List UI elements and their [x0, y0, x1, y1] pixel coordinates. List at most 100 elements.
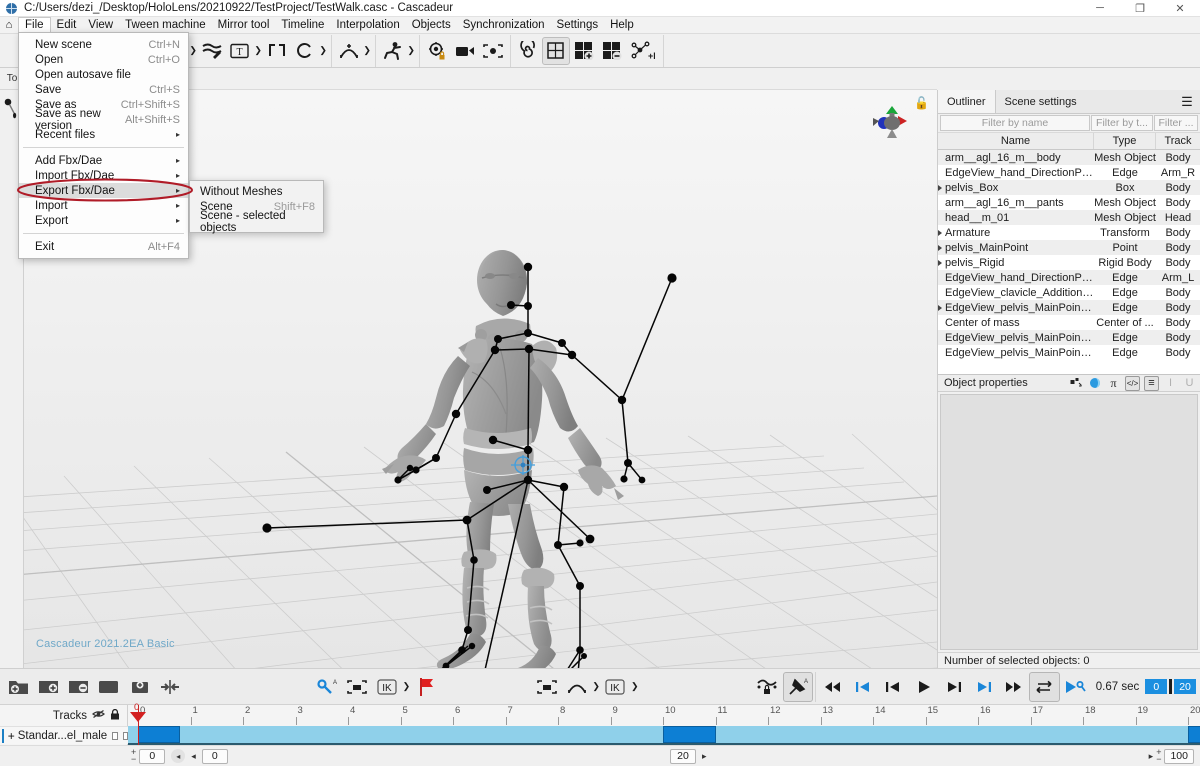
menu-item-export[interactable]: Export▸: [19, 213, 188, 228]
filter-by-type-input[interactable]: Filter by t...: [1091, 115, 1153, 131]
go-to-end-button[interactable]: [969, 672, 999, 702]
tab-outliner[interactable]: Outliner: [938, 90, 996, 113]
table-row[interactable]: EdgeView_pelvis_MainPoint<->sto...EdgeBo…: [938, 300, 1200, 315]
arc-interpolation-button[interactable]: [562, 672, 592, 702]
menu-item-without-meshes[interactable]: Without Meshes: [190, 184, 323, 199]
next-frame-icon[interactable]: ▸: [702, 751, 707, 762]
menu-edit[interactable]: Edit: [51, 17, 83, 34]
menu-timeline[interactable]: Timeline: [275, 17, 330, 34]
chevron-right-icon[interactable]: ❯: [407, 45, 416, 56]
pivot-lock-button[interactable]: [423, 37, 451, 65]
timeline-selected-segment[interactable]: [663, 726, 716, 743]
code-view-icon[interactable]: </>: [1125, 376, 1140, 391]
previous-frame-button[interactable]: [878, 672, 908, 702]
table-row[interactable]: EdgeView_pelvis_MainPoint<->thig...EdgeB…: [938, 345, 1200, 360]
hamburger-icon[interactable]: ☰: [1174, 90, 1200, 113]
expand-triangle-icon[interactable]: [938, 230, 942, 236]
zoom-next-icon[interactable]: ▸: [1149, 751, 1154, 762]
table-row[interactable]: EdgeView_clavicle_AdditionalPoint...Edge…: [938, 285, 1200, 300]
prev-frame-icon[interactable]: ◂: [191, 751, 196, 762]
add-clip-button[interactable]: [125, 672, 155, 702]
filter-by-name-input[interactable]: Filter by name: [940, 115, 1090, 131]
home-icon[interactable]: ⌂: [0, 19, 18, 31]
column-header-name[interactable]: Name: [938, 133, 1094, 149]
menu-item-export-fbx-dae[interactable]: Export Fbx/Dae▸: [19, 183, 188, 198]
menu-mirror-tool[interactable]: Mirror tool: [212, 17, 276, 34]
remove-layer-button[interactable]: [64, 672, 94, 702]
range-stepper-icon[interactable]: +−: [131, 749, 136, 763]
menu-settings[interactable]: Settings: [551, 17, 605, 34]
add-point-button[interactable]: +P: [626, 37, 660, 65]
menu-item-open-autosave-file[interactable]: Open autosave file: [19, 67, 188, 82]
range-end-field[interactable]: 20: [1174, 679, 1196, 694]
menu-item-open[interactable]: OpenCtrl+O: [19, 52, 188, 67]
ik-button[interactable]: IK: [372, 672, 402, 702]
table-row[interactable]: arm__agl_16_m__bodyMesh ObjectBody: [938, 150, 1200, 165]
menu-item-exit[interactable]: ExitAlt+F4: [19, 239, 188, 254]
lock-icon[interactable]: [110, 709, 120, 720]
lock-icon[interactable]: 🔓: [914, 96, 929, 110]
menu-view[interactable]: View: [82, 17, 119, 34]
menu-item-save-as-new-version[interactable]: Save as new versionAlt+Shift+S: [19, 112, 188, 127]
next-frame-button[interactable]: [939, 672, 969, 702]
menu-item-scene-selected-objects[interactable]: Scene - selected objects: [190, 214, 323, 229]
table-row[interactable]: EdgeView_pelvis_MainPoint<->pelv...EdgeB…: [938, 330, 1200, 345]
menu-item-import[interactable]: Import▸: [19, 198, 188, 213]
bracket-tool-button[interactable]: [263, 37, 291, 65]
new-folder-button[interactable]: [4, 672, 34, 702]
ghost-lock-button[interactable]: [752, 672, 782, 702]
menu-objects[interactable]: Objects: [406, 17, 457, 34]
add-physics-button[interactable]: [335, 37, 363, 65]
expand-triangle-icon[interactable]: [938, 305, 942, 311]
menu-interpolation[interactable]: Interpolation: [330, 17, 405, 34]
expand-triangle-icon[interactable]: [938, 260, 942, 266]
expand-track-icon[interactable]: +: [8, 729, 15, 743]
table-row[interactable]: EdgeView_hand_DirectionPoint_r<-...EdgeA…: [938, 165, 1200, 180]
pi-expression-icon[interactable]: π: [1106, 376, 1121, 391]
timeline-track-band[interactable]: [128, 726, 1200, 745]
color-sphere-icon[interactable]: [1087, 376, 1102, 391]
flag-button[interactable]: [411, 672, 441, 702]
range-start-input[interactable]: 0: [139, 749, 165, 764]
select-region-button[interactable]: [342, 672, 372, 702]
motion-trail-button[interactable]: [198, 37, 226, 65]
flatten-layer-button[interactable]: [94, 672, 124, 702]
menu-file[interactable]: File: [18, 17, 51, 34]
remove-object-button[interactable]: [598, 37, 626, 65]
rotate-tool-button[interactable]: [291, 37, 319, 65]
range-start-field[interactable]: 0: [1145, 679, 1167, 694]
track-visibility-checkbox[interactable]: [112, 732, 117, 740]
menu-item-import-fbx-dae[interactable]: Import Fbx/Dae▸: [19, 168, 188, 183]
menu-tween-machine[interactable]: Tween machine: [119, 17, 212, 34]
chevron-right-icon[interactable]: ❯: [319, 45, 328, 56]
play-key-button[interactable]: [1060, 672, 1090, 702]
current-frame-input[interactable]: 0: [202, 749, 228, 764]
go-to-start-button[interactable]: [848, 672, 878, 702]
minimize-button[interactable]: ─: [1080, 0, 1120, 17]
column-header-type[interactable]: Type: [1094, 133, 1156, 149]
loop-button[interactable]: [1029, 672, 1059, 702]
file-menu-dropdown[interactable]: New sceneCtrl+N OpenCtrl+O Open autosave…: [18, 32, 189, 259]
rewind-button[interactable]: [818, 672, 848, 702]
fast-forward-button[interactable]: [999, 672, 1029, 702]
menu-item-add-fbx-dae[interactable]: Add Fbx/Dae▸: [19, 153, 188, 168]
timeline-ruler[interactable]: 01234567891011121314151617181920: [128, 705, 1200, 726]
frame-selection-button[interactable]: [531, 672, 561, 702]
prev-keyframe-button[interactable]: ◂: [171, 749, 185, 763]
chevron-right-icon[interactable]: ❯: [254, 45, 263, 56]
add-layer-button[interactable]: [34, 672, 64, 702]
zoom-input[interactable]: 100: [1164, 749, 1194, 764]
menu-synchronization[interactable]: Synchronization: [457, 17, 551, 34]
maximize-button[interactable]: ❐: [1120, 0, 1160, 17]
focus-selection-button[interactable]: [479, 37, 507, 65]
object-properties-body[interactable]: [940, 394, 1198, 650]
export-fbx-dae-submenu[interactable]: Without Meshes SceneShift+F8 Scene - sel…: [189, 180, 324, 233]
expand-triangle-icon[interactable]: [938, 185, 942, 191]
close-button[interactable]: ✕: [1160, 0, 1200, 17]
playhead-marker[interactable]: [130, 712, 146, 722]
chevron-right-icon[interactable]: ❯: [402, 681, 411, 692]
column-header-track[interactable]: Track: [1156, 133, 1200, 149]
menu-item-recent-files[interactable]: Recent files▸: [19, 127, 188, 142]
menu-item-save[interactable]: SaveCtrl+S: [19, 82, 188, 97]
align-keys-button[interactable]: [155, 672, 185, 702]
